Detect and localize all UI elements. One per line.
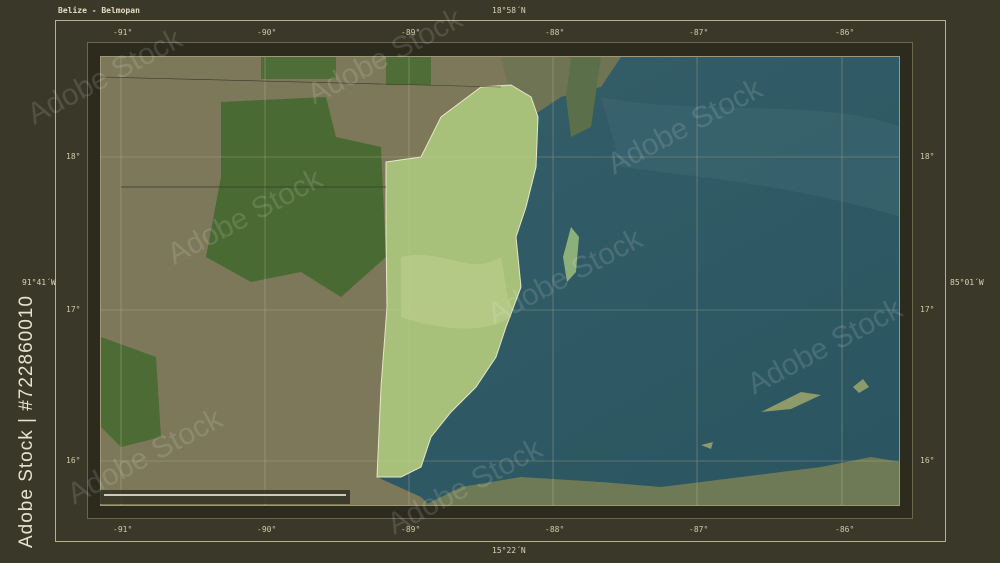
top-tick-lon: -88°: [545, 28, 565, 37]
top-tick-lon: -91°: [113, 28, 133, 37]
forest-patch: [386, 57, 431, 85]
bottom-tick-lon: -86°: [835, 525, 855, 534]
right-tick-lat: 18°: [920, 152, 935, 161]
bottom-latitude-label: 15°22´N: [492, 546, 526, 555]
bottom-tick-lon: -90°: [257, 525, 277, 534]
right-tick-lat: 16°: [920, 456, 935, 465]
map-area[interactable]: [100, 56, 900, 506]
left-tick-lat: 16°: [66, 456, 81, 465]
bottom-tick-lon: -89°: [401, 525, 421, 534]
top-tick-lon: -90°: [257, 28, 277, 37]
top-tick-lon: -89°: [401, 28, 421, 37]
belize-lowlands: [401, 254, 511, 329]
top-tick-lon: -86°: [835, 28, 855, 37]
scale-bar: [100, 490, 350, 504]
right-tick-lat: 17°: [920, 305, 935, 314]
top-latitude-label: 18°58´N: [492, 6, 526, 15]
stock-id: Adobe Stock | #722860010: [16, 295, 37, 548]
left-tick-lat: 18°: [66, 152, 81, 161]
map-title: Belize - Belmopan: [58, 6, 140, 15]
top-tick-lon: -87°: [689, 28, 709, 37]
left-longitude-label: 91°41´W: [22, 278, 56, 287]
map-svg: [101, 57, 899, 505]
right-longitude-label: 85°01´W: [950, 278, 984, 287]
left-tick-lat: 17°: [66, 305, 81, 314]
bottom-tick-lon: -87°: [689, 525, 709, 534]
forest-patch: [261, 57, 336, 79]
bottom-tick-lon: -91°: [113, 525, 133, 534]
bottom-tick-lon: -88°: [545, 525, 565, 534]
